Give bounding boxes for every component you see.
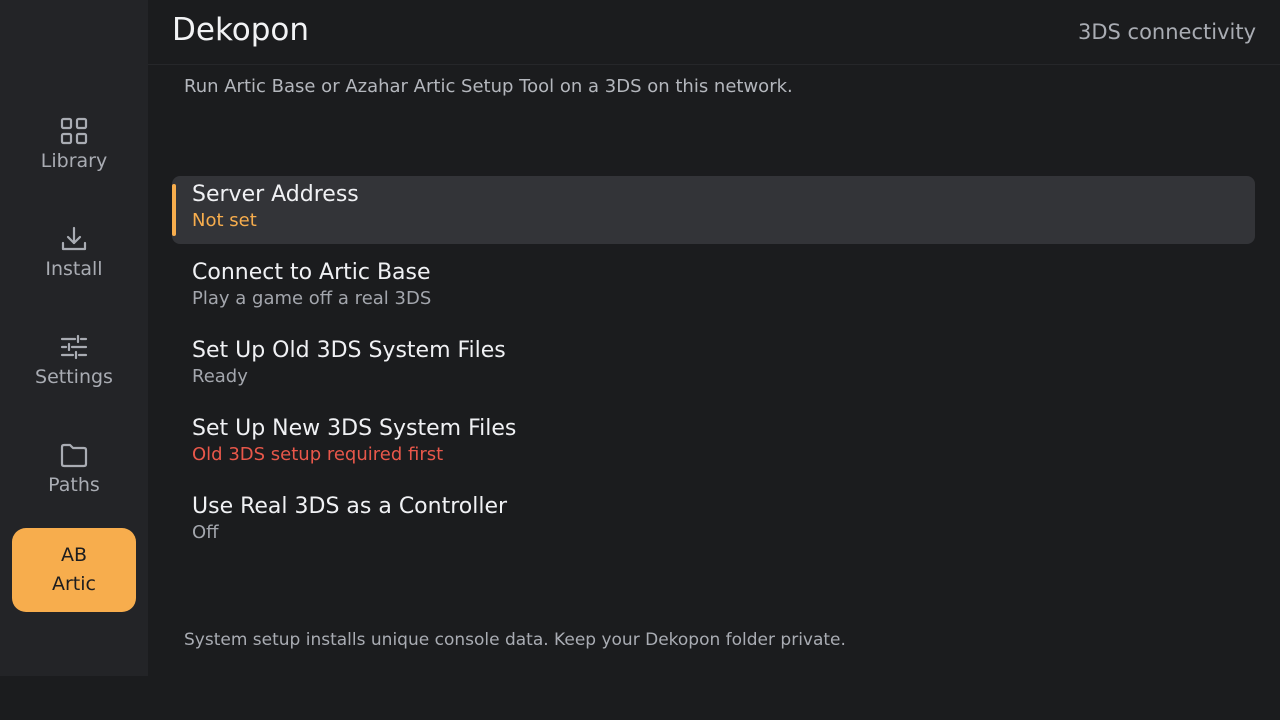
sidebar-item-install[interactable]: Install [12, 210, 136, 294]
option-use-real-3ds-controller[interactable]: Use Real 3DS as a Controller Off [172, 488, 1255, 556]
option-title: Set Up Old 3DS System Files [192, 338, 506, 363]
section-title: 3DS connectivity [1077, 20, 1256, 44]
header: Dekopon 3DS connectivity [148, 0, 1280, 65]
selection-indicator [172, 184, 176, 236]
option-status: Off [192, 522, 219, 543]
grid-icon [58, 115, 90, 147]
option-title: Connect to Artic Base [192, 260, 431, 285]
sidebar-item-label: Library [40, 150, 108, 172]
sidebar-item-paths[interactable]: Paths [12, 426, 136, 510]
sidebar-item-label: Paths [48, 474, 100, 496]
option-setup-old-3ds[interactable]: Set Up Old 3DS System Files Ready [172, 332, 1255, 400]
option-status: Old 3DS setup required first [192, 444, 444, 465]
sidebar-item-artic[interactable]: AB Artic [12, 528, 136, 612]
folder-icon [58, 439, 90, 471]
option-status: Ready [192, 366, 248, 387]
privacy-note: System setup installs unique console dat… [184, 630, 846, 650]
option-title: Use Real 3DS as a Controller [192, 494, 508, 519]
sidebar-item-label: Install [45, 258, 103, 280]
option-title: Server Address [192, 182, 359, 207]
download-icon [58, 223, 90, 255]
sidebar-item-settings[interactable]: Settings [12, 318, 136, 402]
artic-badge: AB [60, 544, 88, 566]
sidebar-item-library[interactable]: Library [12, 102, 136, 186]
option-status: Play a game off a real 3DS [192, 288, 432, 309]
options-list: Server Address Not set Connect to Artic … [172, 176, 1255, 566]
sliders-icon [58, 331, 90, 363]
app-title: Dekopon [172, 12, 310, 48]
sidebar: Library Install Settings Paths AB Artic [0, 0, 148, 676]
sidebar-item-label: Settings [35, 366, 113, 388]
option-connect-artic-base[interactable]: Connect to Artic Base Play a game off a … [172, 254, 1255, 322]
sidebar-item-label: Artic [52, 573, 96, 595]
option-server-address[interactable]: Server Address Not set [172, 176, 1255, 244]
option-status: Not set [192, 210, 257, 231]
main-panel: Dekopon 3DS connectivity Run Artic Base … [148, 0, 1280, 676]
option-title: Set Up New 3DS System Files [192, 416, 517, 441]
connection-hint: Run Artic Base or Azahar Artic Setup Too… [184, 76, 793, 97]
option-setup-new-3ds[interactable]: Set Up New 3DS System Files Old 3DS setu… [172, 410, 1255, 478]
